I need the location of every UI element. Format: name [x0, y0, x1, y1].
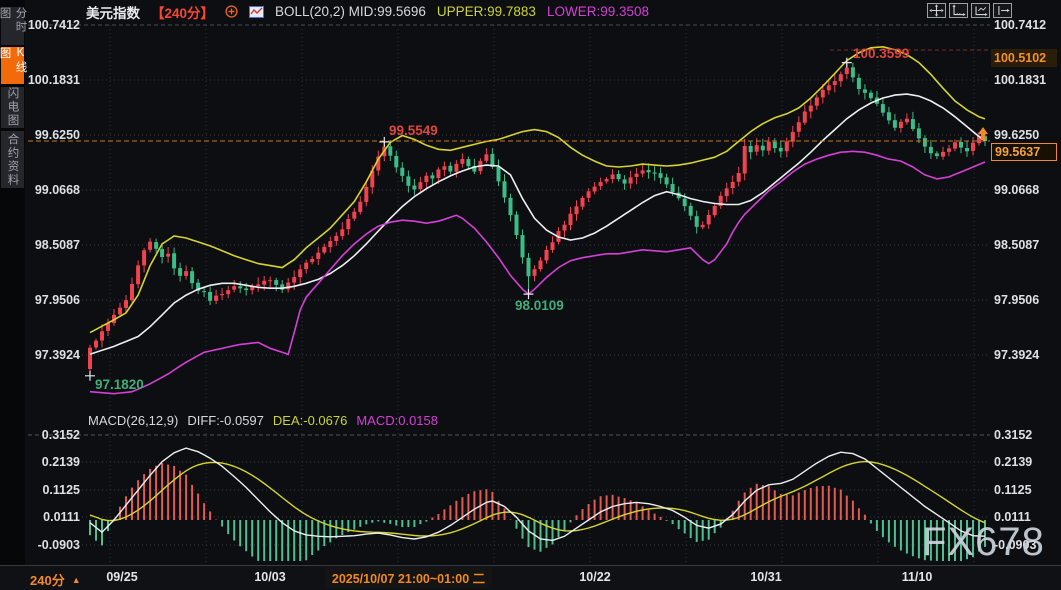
- boll-lower-readout: LOWER:99.3508: [547, 4, 649, 19]
- macd-dea-line: [90, 462, 985, 536]
- period-selector[interactable]: 240分 ▲: [30, 570, 81, 589]
- macd-tick-left: -0.0903: [24, 539, 80, 552]
- chart-canvas[interactable]: 100.3599 99.5549 98.0109 97.1820: [0, 0, 1061, 590]
- time-axis-bar: 240分 ▲ 09/25 10/03 10/22 10/31 11/10 2025/10…: [0, 565, 1061, 590]
- app-window: 100.3599 99.5549 98.0109 97.1820 分时图K线图闪电图合…: [0, 0, 1061, 590]
- sidebar-tab-2[interactable]: K线图: [1, 47, 24, 84]
- boll-mid-line: [90, 94, 985, 354]
- boll-mid-readout: BOLL(20,2) MID:99.5696: [275, 4, 426, 19]
- sidebar-tab-1[interactable]: 分时图: [1, 7, 24, 45]
- crosshair-pan-button[interactable]: [927, 3, 946, 18]
- price-tick-left: 97.9506: [24, 294, 80, 307]
- date-tick: 10/31: [750, 570, 781, 584]
- mini-chart-icon[interactable]: [249, 6, 264, 18]
- period-selector-label[interactable]: 240分: [30, 570, 65, 589]
- macd-header: MACD(26,12,9) DIFF:-0.0597 DEA:-0.0676 M…: [88, 413, 438, 428]
- macd-tick-left: 0.1125: [24, 484, 80, 497]
- price-tick-right: 97.3924: [994, 349, 1058, 362]
- macd-diff-readout: DIFF:-0.0597: [187, 413, 264, 428]
- crosshair-date-readout: 2025/10/07 21:00~01:00 二: [325, 567, 492, 588]
- sidebar-tab-3[interactable]: 闪电图: [1, 87, 24, 128]
- candles-layer: [88, 63, 987, 376]
- date-tick: 09/25: [106, 570, 137, 584]
- period-dropdown-arrow-icon[interactable]: ▲: [72, 575, 81, 585]
- price-tick-right: 100.1831: [994, 74, 1058, 87]
- macd-tick-left: 0.0111: [24, 511, 80, 524]
- compress-scale-icon: [950, 3, 967, 18]
- price-tick-right: 99.0668: [994, 184, 1058, 197]
- goto-latest-icon: [994, 3, 1011, 18]
- price-tick-left: 98.5087: [24, 239, 80, 252]
- macd-tick-right: 0.3152: [994, 429, 1058, 442]
- expand-scale-icon: [972, 3, 989, 18]
- macd-tick-right: 0.1125: [994, 484, 1058, 497]
- boll-upper-readout: UPPER:99.7883: [437, 4, 536, 19]
- current-price-box: 99.5637: [991, 143, 1057, 161]
- sidebar-tab-4[interactable]: 合约资料: [1, 131, 24, 188]
- swing-high-label: 99.5549: [389, 123, 438, 138]
- expand-scale-button[interactable]: [971, 3, 990, 18]
- period-label[interactable]: 【240分】: [151, 2, 214, 22]
- macd-tick-right: 0.2139: [994, 456, 1058, 469]
- high-price-label: 100.3599: [853, 46, 909, 61]
- macd-dea-readout: DEA:-0.0676: [273, 413, 347, 428]
- macd-value-readout: MACD:0.0158: [356, 413, 438, 428]
- circle-plus-icon[interactable]: [225, 5, 238, 18]
- date-tick: 10/22: [579, 570, 610, 584]
- price-tick-left: 99.6250: [24, 129, 80, 142]
- price-tick-left: 100.7412: [24, 19, 80, 32]
- price-tick-right: 100.7412: [994, 19, 1058, 32]
- sidebar: 分时图K线图闪电图合约资料: [0, 0, 25, 590]
- boll-lower-line: [90, 151, 985, 393]
- macd-tick-left: 0.2139: [24, 456, 80, 469]
- macd-histogram-layer: [90, 463, 985, 561]
- goto-latest-button[interactable]: [993, 3, 1012, 18]
- macd-tick-left: 0.3152: [24, 429, 80, 442]
- crosshair-pan-icon: [928, 3, 945, 18]
- price-tick-left: 100.1831: [24, 74, 80, 87]
- swing-low-label: 98.0109: [515, 298, 564, 313]
- symbol-title: 美元指数: [86, 2, 140, 22]
- brand-watermark: FX678: [922, 520, 1045, 565]
- price-tick-right: 98.5087: [994, 239, 1058, 252]
- chart-toolbar: [927, 3, 1012, 18]
- extreme-annotations: 100.3599 99.5549 98.0109 97.1820: [85, 46, 909, 392]
- chart-header: 美元指数 【240分】 BOLL(20,2) MID:99.5696 UPPER…: [86, 3, 649, 20]
- upper-band-peak-label: 100.5102: [991, 49, 1057, 67]
- price-tick-left: 97.3924: [24, 349, 80, 362]
- compress-scale-button[interactable]: [949, 3, 968, 18]
- date-tick: 10/03: [254, 570, 285, 584]
- price-tick-right: 99.6250: [994, 129, 1058, 142]
- price-tick-left: 99.0668: [24, 184, 80, 197]
- date-tick: 11/10: [902, 570, 933, 584]
- price-tick-right: 97.9506: [994, 294, 1058, 307]
- macd-params-label: MACD(26,12,9): [88, 413, 178, 428]
- low-price-label: 97.1820: [95, 377, 144, 392]
